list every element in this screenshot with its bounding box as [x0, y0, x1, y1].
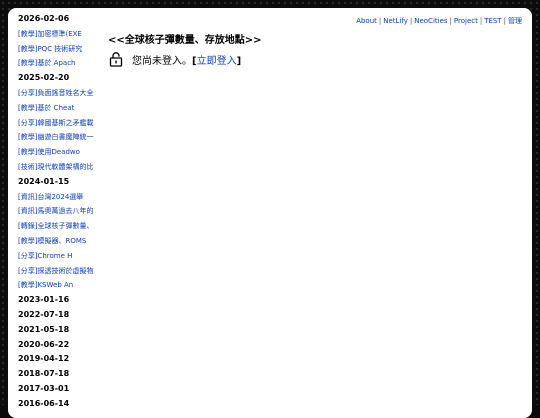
archive-date[interactable]: 2019-04-12: [18, 352, 102, 367]
top-navigation: About | NetLify | NeoCities | Project | TEST | 管理: [356, 16, 522, 26]
login-notice: 您尚未登入。[立即登入]: [108, 51, 241, 67]
archive-post-link[interactable]: [教學]模擬器、ROMS: [18, 234, 98, 249]
archive-post-link[interactable]: [資訊]台灣2024選舉: [18, 190, 98, 205]
lock-icon: [109, 52, 123, 67]
archive-post-link[interactable]: [資訊]馬奧萬過去八年的: [18, 204, 98, 219]
archive-post-link[interactable]: [教學]加密標準(EXE: [18, 27, 98, 42]
archive-date[interactable]: 2021-05-18: [18, 323, 102, 338]
archive-date[interactable]: 2022-07-18: [18, 308, 102, 323]
archive-date[interactable]: 2026-02-06: [18, 12, 102, 27]
archive-post-link[interactable]: [教學]基於 Apach: [18, 56, 98, 71]
archive-date[interactable]: 2017-03-01: [18, 382, 102, 397]
archive-post-link[interactable]: [分享]韓國基斯之矛艦載: [18, 116, 98, 131]
archive-date[interactable]: 2025-02-20: [18, 71, 102, 86]
archive-date[interactable]: 2018-07-18: [18, 367, 102, 382]
nav-netlify-link[interactable]: NetLify: [383, 17, 408, 25]
archive-post-link[interactable]: [分享]Chrome H: [18, 249, 98, 264]
archive-post-link[interactable]: [分享]負面謠音姓名大全: [18, 86, 98, 101]
archive-post-link[interactable]: [教學]PQC 技術研究: [18, 42, 98, 57]
nav-admin-link[interactable]: 管理: [508, 17, 522, 25]
nav-test-link[interactable]: TEST: [484, 17, 501, 25]
login-message: 您尚未登入。: [132, 55, 192, 67]
nav-neocities-link[interactable]: NeoCities: [414, 17, 447, 25]
archive-post-link[interactable]: [技術]現代軟體架構的比: [18, 160, 98, 175]
nav-about-link[interactable]: About: [356, 17, 377, 25]
archive-date[interactable]: 2024-01-15: [18, 175, 102, 190]
archive-sidebar: 2026-02-06 [教學]加密標準(EXE [教學]PQC 技術研究 [教學…: [18, 12, 102, 412]
page-title: <<全球核子彈數量、存放地點>>: [108, 35, 262, 46]
archive-date[interactable]: 2023-01-16: [18, 293, 102, 308]
login-bracket-close: ]: [236, 55, 242, 67]
nav-project-link[interactable]: Project: [454, 17, 478, 25]
archive-post-link[interactable]: [教學]KSWeb An: [18, 278, 98, 293]
archive-post-link[interactable]: [教學]基於 Cheat: [18, 101, 98, 116]
archive-post-link[interactable]: [教學]使用Deadwo: [18, 145, 98, 160]
archive-post-link[interactable]: [轉錄]全球核子彈數量、: [18, 219, 98, 234]
login-link[interactable]: 立即登入: [197, 56, 237, 67]
archive-date[interactable]: 2016-06-14: [18, 397, 102, 412]
archive-date[interactable]: 2020-06-22: [18, 338, 102, 353]
archive-post-link[interactable]: [教學]幽遊白書魔陣統一: [18, 130, 98, 145]
archive-post-link[interactable]: [分享]探透技術於虛擬物: [18, 264, 98, 279]
